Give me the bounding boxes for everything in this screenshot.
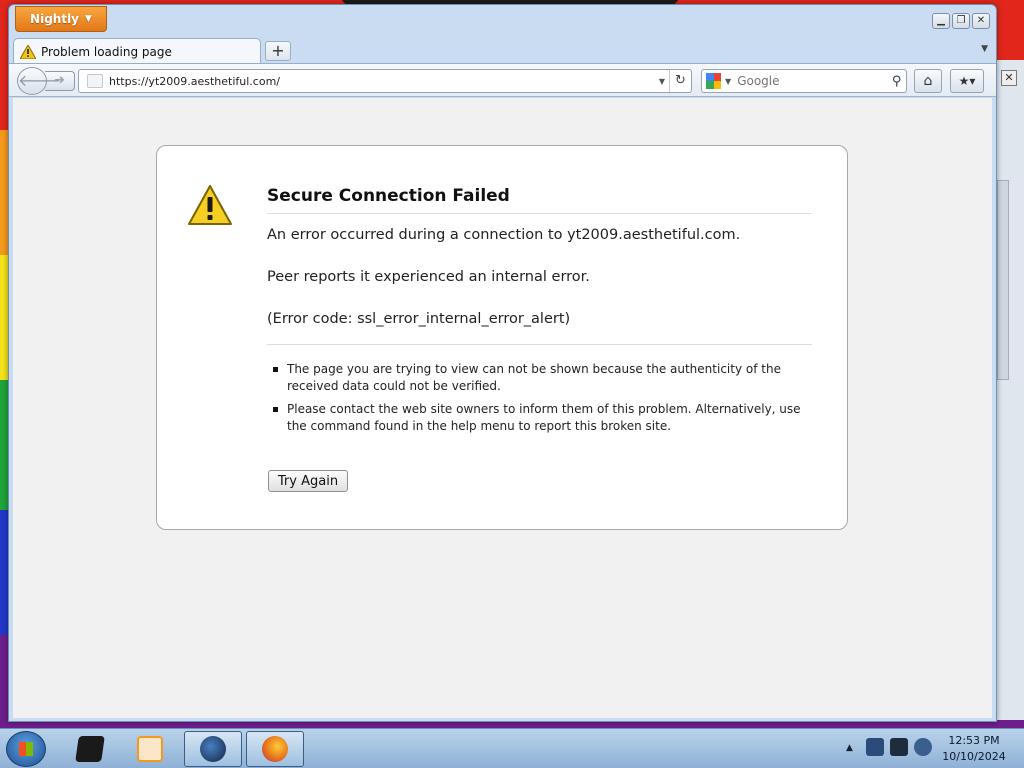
globe-icon	[200, 736, 226, 762]
window-controls: ▁ ❐ ✕	[932, 13, 990, 29]
nightly-menu-label: Nightly	[30, 12, 80, 26]
bookmarks-button[interactable]: ★▾	[950, 69, 984, 93]
bookmark-star-icon: ★▾	[958, 74, 976, 88]
media-player-icon	[137, 736, 163, 762]
error-peer-message: Peer reports it experienced an internal …	[267, 269, 590, 285]
taskbar-globe-button[interactable]	[184, 731, 242, 767]
back-forward-group: ➜ 🡐	[17, 67, 75, 95]
try-again-button[interactable]: Try Again	[268, 470, 348, 492]
google-engine-icon[interactable]	[706, 73, 722, 89]
firefox-icon	[262, 736, 288, 762]
warning-triangle-icon	[188, 185, 232, 225]
nightly-menu-button[interactable]: Nightly ▼	[15, 6, 107, 32]
home-icon: ⌂	[923, 73, 933, 89]
minimize-button[interactable]: ▁	[932, 13, 950, 29]
warning-icon	[20, 44, 36, 59]
system-clock[interactable]: 12:53 PM 10/10/2024	[938, 733, 1010, 765]
taskbar: ▲ 12:53 PM 10/10/2024	[0, 728, 1024, 768]
divider	[267, 344, 812, 345]
taskbar-media-player-button[interactable]	[122, 731, 178, 767]
clock-date: 10/10/2024	[942, 750, 1006, 763]
tray-monitor-icon[interactable]	[890, 738, 908, 756]
error-title: Secure Connection Failed	[267, 186, 812, 214]
error-container: Secure Connection Failed An error occurr…	[156, 145, 848, 530]
url-bar[interactable]: https://yt2009.aesthetiful.com/ ▼ ↻	[78, 69, 692, 93]
close-button[interactable]: ✕	[972, 13, 990, 29]
reload-button[interactable]: ↻	[669, 70, 691, 92]
tab-bar: Problem loading page + ▼	[9, 35, 996, 64]
tab-title: Problem loading page	[41, 44, 172, 59]
site-identity-icon[interactable]	[87, 74, 103, 88]
clock-time: 12:53 PM	[948, 734, 1000, 747]
back-button[interactable]: 🡐	[17, 67, 61, 95]
tray-network-icon[interactable]	[866, 738, 884, 756]
tray-expand-icon[interactable]: ▲	[846, 743, 853, 753]
url-history-chevron-icon[interactable]: ▼	[655, 77, 669, 86]
restore-button[interactable]: ❐	[952, 13, 970, 29]
chevron-down-icon: ▼	[85, 14, 92, 24]
background-window-scrollbar[interactable]	[997, 180, 1009, 380]
tab-problem-loading[interactable]: Problem loading page	[13, 38, 261, 64]
navigation-toolbar: ➜ 🡐 https://yt2009.aesthetiful.com/ ▼ ↻ …	[9, 63, 996, 97]
start-button[interactable]	[6, 731, 46, 767]
list-item: The page you are trying to view can not …	[267, 361, 812, 395]
taskbar-explorer-button[interactable]	[62, 731, 118, 767]
background-window-close-icon[interactable]: ✕	[1001, 70, 1017, 86]
taskbar-firefox-button[interactable]	[246, 731, 304, 767]
new-tab-button[interactable]: +	[265, 41, 291, 61]
url-text[interactable]: https://yt2009.aesthetiful.com/	[109, 75, 655, 88]
browser-window: Nightly ▼ ▁ ❐ ✕ Problem loading page + ▼…	[8, 4, 997, 722]
tray-volume-icon[interactable]	[914, 738, 932, 756]
page-content: Secure Connection Failed An error occurr…	[13, 98, 992, 718]
tab-list-chevron-icon[interactable]: ▼	[981, 44, 988, 54]
engine-chevron-icon[interactable]: ▼	[725, 77, 731, 86]
search-icon[interactable]: ⚲	[887, 74, 906, 89]
home-button[interactable]: ⌂	[914, 69, 942, 93]
error-code: (Error code: ssl_error_internal_error_al…	[267, 311, 571, 327]
error-description: An error occurred during a connection to…	[267, 227, 741, 243]
search-input[interactable]	[737, 74, 888, 88]
reload-icon: ↻	[675, 73, 686, 88]
error-long-description: The page you are trying to view can not …	[267, 361, 812, 441]
search-bar[interactable]: ▼ ⚲	[701, 69, 907, 93]
folder-icon	[75, 736, 105, 762]
arrow-left-icon: 🡐	[18, 71, 61, 90]
list-item: Please contact the web site owners to in…	[267, 401, 812, 435]
